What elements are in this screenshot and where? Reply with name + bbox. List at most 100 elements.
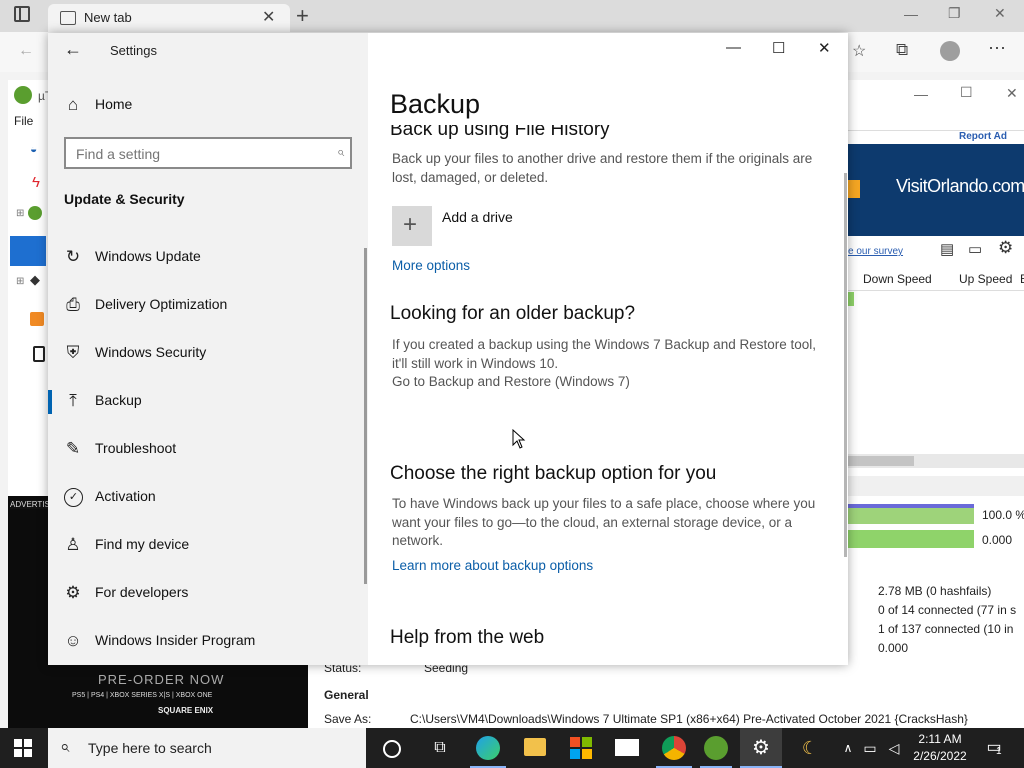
add-drive-button[interactable]: + xyxy=(392,206,432,246)
taskbar: ⌕ Type here to search ⧉ ⚙ ☾ ∧ ▭ ◁ 2:11 A… xyxy=(0,728,1024,768)
nav-windows-update[interactable]: ↻ Windows Update xyxy=(48,236,368,280)
nav-home-label: Home xyxy=(95,96,133,112)
settings-taskbar-active[interactable]: ⚙ xyxy=(740,728,782,768)
chat-icon[interactable]: ▤ xyxy=(940,240,954,258)
cortana-icon[interactable] xyxy=(383,740,401,758)
profile-avatar[interactable] xyxy=(940,41,960,61)
selected-category[interactable] xyxy=(10,236,46,266)
mail-icon[interactable] xyxy=(615,739,639,756)
find-setting-searchbox[interactable]: ⌕ xyxy=(64,137,352,169)
nav-label: Windows Security xyxy=(95,344,207,360)
rss-icon[interactable] xyxy=(30,312,44,326)
col-down-speed[interactable]: Down Speed xyxy=(863,272,932,286)
col-more[interactable]: E xyxy=(1020,272,1024,286)
more-menu-icon[interactable]: ⋯ xyxy=(988,38,1006,59)
survey-link[interactable]: e our survey xyxy=(848,246,903,257)
nav-scrollbar[interactable] xyxy=(364,248,367,584)
nav-for-developers[interactable]: ⚙ For developers xyxy=(48,572,368,616)
newtab-page-icon xyxy=(60,11,76,25)
tab-close-icon[interactable]: ✕ xyxy=(262,7,275,27)
bolt-icon[interactable]: ϟ xyxy=(32,174,40,191)
search-icon[interactable]: ⌕ xyxy=(337,144,344,160)
help-web-heading: Help from the web xyxy=(390,627,545,648)
person-icon: ♙ xyxy=(65,535,81,554)
maximize-button[interactable]: ☐ xyxy=(772,39,785,57)
nav-troubleshoot[interactable]: ✎ Troubleshoot xyxy=(48,428,368,472)
platforms-text: PS5 | PS4 | XBOX SERIES X|S | XBOX ONE xyxy=(72,692,213,699)
backup-restore-link[interactable]: Go to Backup and Restore (Windows 7) xyxy=(392,374,630,389)
nav-home[interactable]: ⌂ Home xyxy=(48,84,368,128)
search-icon: ⌕ xyxy=(60,737,70,756)
edge-icon[interactable] xyxy=(476,736,500,760)
speed-icon[interactable]: ◒ xyxy=(30,142,37,156)
clock-date: 2/26/2022 xyxy=(913,749,967,763)
menu-file[interactable]: File xyxy=(14,114,33,128)
h-scroll-thumb[interactable] xyxy=(848,456,914,466)
mouse-cursor-icon xyxy=(512,429,526,449)
settings-gear-icon[interactable]: ⚙ xyxy=(998,238,1013,258)
ut-minimize-button[interactable]: — xyxy=(914,86,928,102)
close-button[interactable]: ✕ xyxy=(818,39,831,57)
notification-icon[interactable]: ▭ xyxy=(982,736,1006,760)
tab-actions-icon[interactable] xyxy=(14,6,30,22)
nav-activation[interactable]: ✓ Activation xyxy=(48,476,368,520)
expand-icon[interactable]: ⊞ xyxy=(16,208,24,219)
collections-icon[interactable]: ⧉ xyxy=(896,40,908,60)
utorrent-logo-icon xyxy=(14,86,32,104)
minimize-button[interactable]: — xyxy=(726,39,741,56)
torrents-icon[interactable] xyxy=(28,206,42,220)
nav-windows-security[interactable]: ⛨ Windows Security xyxy=(48,332,368,376)
more-options-link[interactable]: More options xyxy=(392,258,470,273)
nav-label: Backup xyxy=(95,392,142,408)
older-backup-description: If you created a backup using the Window… xyxy=(392,337,816,371)
store-icon[interactable] xyxy=(570,737,592,759)
section-title: Update & Security xyxy=(64,191,185,207)
browser-minimize-button[interactable]: — xyxy=(904,6,918,22)
favorites-star-icon[interactable]: ☆ xyxy=(852,41,866,61)
file-explorer-icon[interactable] xyxy=(524,738,546,756)
tray-chevron-icon[interactable]: ∧ xyxy=(836,736,860,760)
browser-restore-button[interactable]: ❐ xyxy=(948,5,961,22)
content-scrollbar[interactable] xyxy=(844,173,847,557)
refresh-icon: ↻ xyxy=(65,247,81,266)
taskbar-search[interactable]: ⌕ Type here to search xyxy=(48,728,366,768)
ad-accent xyxy=(848,180,860,198)
shield-icon: ⛨ xyxy=(66,343,80,362)
find-setting-input[interactable] xyxy=(74,144,328,164)
night-light-icon[interactable]: ☾ xyxy=(798,736,822,760)
ut-close-button[interactable]: ✕ xyxy=(1006,85,1018,102)
back-button[interactable]: ← xyxy=(64,39,82,60)
col-up-speed[interactable]: Up Speed xyxy=(959,272,1012,286)
home-icon: ⌂ xyxy=(67,95,79,114)
back-arrow-icon[interactable]: ← xyxy=(18,42,34,60)
monitor-icon[interactable]: ▭ xyxy=(968,240,982,258)
orlando-advertisement[interactable]: VisitOrlando.com xyxy=(848,144,1024,236)
delivery-icon: ⎙ xyxy=(66,295,80,314)
availability-pct: 100.0 % xyxy=(982,508,1024,522)
volume-icon[interactable]: ◁ xyxy=(882,736,906,760)
report-ad-link[interactable]: Report Ad xyxy=(959,131,1007,142)
start-button[interactable] xyxy=(14,739,32,757)
backup-arrow-icon: ⤒ xyxy=(69,391,77,410)
ut-maximize-button[interactable]: ☐ xyxy=(960,84,973,101)
system-clock[interactable]: 2:11 AM 2/26/2022 xyxy=(912,731,968,765)
browser-tab[interactable]: New tab ✕ xyxy=(48,4,290,32)
nav-delivery-optimization[interactable]: ⎙ Delivery Optimization xyxy=(48,284,368,328)
nav-windows-insider[interactable]: ☺ Windows Insider Program xyxy=(48,620,368,664)
add-drive-label[interactable]: Add a drive xyxy=(442,209,513,225)
checkmark-circle-icon: ✓ xyxy=(64,488,83,507)
browser-close-button[interactable]: ✕ xyxy=(994,5,1006,22)
task-view-icon[interactable]: ⧉ xyxy=(428,736,452,760)
label-tag-icon[interactable]: ◆ xyxy=(30,272,40,288)
expand-icon-2[interactable]: ⊞ xyxy=(16,276,24,287)
tab-title: New tab xyxy=(84,10,132,25)
new-tab-button[interactable]: + xyxy=(296,3,309,29)
device-icon[interactable] xyxy=(33,346,45,362)
utorrent-taskbar-icon[interactable] xyxy=(704,736,728,760)
network-icon[interactable]: ▭ xyxy=(858,736,882,760)
h-scrollbar[interactable] xyxy=(848,454,1024,468)
chrome-icon[interactable] xyxy=(662,736,686,760)
nav-backup[interactable]: ⤒ Backup xyxy=(48,380,368,424)
learn-more-link[interactable]: Learn more about backup options xyxy=(392,558,593,573)
nav-find-my-device[interactable]: ♙ Find my device xyxy=(48,524,368,568)
